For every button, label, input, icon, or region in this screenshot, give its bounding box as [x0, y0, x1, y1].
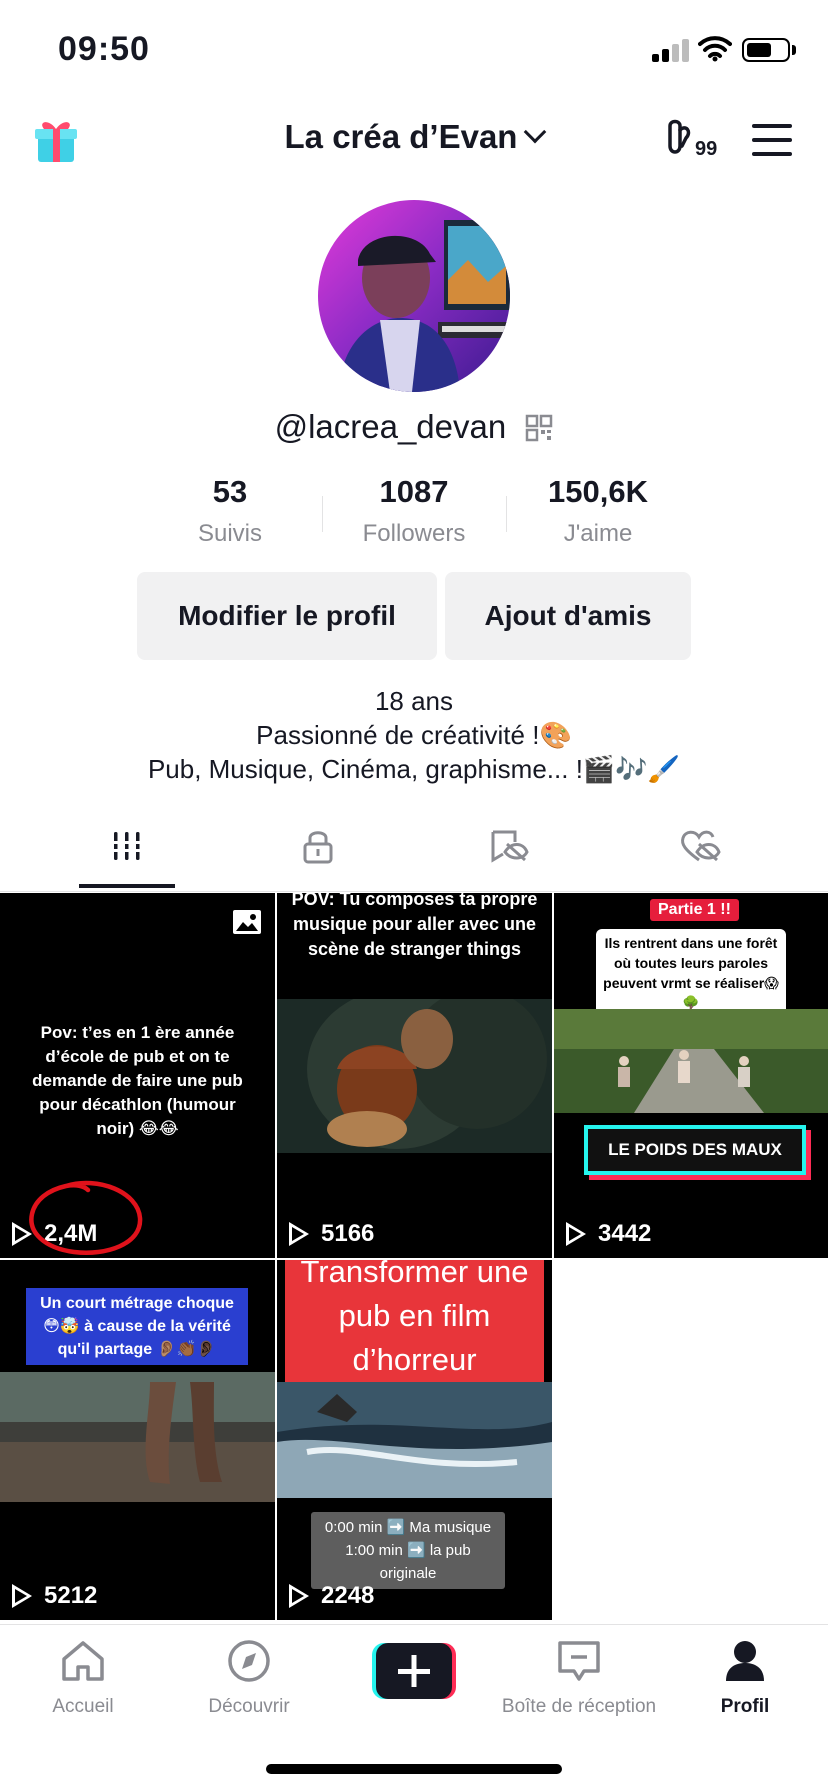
- profile-icon: [726, 1641, 764, 1681]
- view-count: 3442: [566, 1220, 651, 1248]
- tab-videos[interactable]: [34, 800, 220, 892]
- videos-grid-icon: [111, 832, 143, 860]
- video-tile[interactable]: POV: Tu composes ta propre musique pour …: [277, 893, 552, 1258]
- tab-private[interactable]: [225, 800, 411, 892]
- view-count-value: 3442: [598, 1220, 652, 1247]
- likes-label: J'aime: [563, 520, 633, 547]
- video-thumbnail: [277, 1382, 552, 1498]
- following-label: Suivis: [197, 520, 263, 547]
- play-icon: [566, 1222, 586, 1246]
- part-badge: Partie 1 !!: [650, 899, 739, 921]
- followers-label: Followers: [362, 520, 466, 547]
- following-count: 53: [212, 474, 248, 509]
- annotation-circle: [29, 1180, 143, 1255]
- creator-badge-count: 99: [695, 138, 718, 160]
- video-tile[interactable]: Partie 1 !! Ils rentrent dans une forêt …: [554, 893, 828, 1258]
- view-count-value: 5166: [321, 1220, 375, 1247]
- battery-icon: [742, 38, 790, 62]
- video-thumbnail: [277, 999, 552, 1153]
- create-plus-icon[interactable]: [372, 1643, 456, 1699]
- status-bar: 09:50: [0, 0, 828, 100]
- username: @lacrea_devan: [274, 408, 507, 445]
- nav-profile[interactable]: Profil: [662, 1639, 828, 1718]
- video-caption: Un court métrage choque😳🤯 à cause de la …: [26, 1288, 248, 1365]
- add-friends-button[interactable]: Ajout d'amis: [445, 572, 691, 660]
- nav-discover[interactable]: Découvrir: [166, 1639, 332, 1718]
- play-icon: [12, 1584, 32, 1608]
- bio-line: Pub, Musique, Cinéma, graphisme... !🎬🎶🖌️: [147, 754, 681, 784]
- view-count-value: 2248: [321, 1582, 375, 1609]
- title-card: LE POIDS DES MAUX: [584, 1125, 806, 1175]
- active-tab-indicator: [79, 884, 175, 888]
- video-caption: Pov: t’es en 1 ère année d’école de pub …: [32, 1023, 243, 1138]
- play-icon: [289, 1584, 309, 1608]
- bio-line: Passionné de créativité !🎨: [256, 720, 572, 750]
- profile-stats: 53 Suivis 1087 Followers 150,6K J'aime: [0, 474, 828, 554]
- video-thumbnail: [0, 1372, 275, 1502]
- account-name: La créa d’Evan: [284, 118, 518, 155]
- tab-saved[interactable]: [416, 800, 602, 892]
- overlay-line: 1:00 min ➡️ la pub: [345, 1542, 471, 1559]
- nav-inbox-label: Boîte de réception: [501, 1696, 657, 1717]
- qr-code-icon[interactable]: [525, 414, 553, 442]
- avatar[interactable]: [318, 200, 510, 392]
- video-overlay-text: 0:00 min ➡️ Ma musique 1:00 min ➡️ la pu…: [311, 1512, 505, 1589]
- nav-home[interactable]: Accueil: [0, 1639, 166, 1718]
- lock-icon: [303, 831, 333, 864]
- signal-icon: [652, 38, 692, 62]
- compass-icon: [228, 1640, 270, 1682]
- video-thumbnail: [554, 1009, 828, 1113]
- video-caption: Ils rentrent dans une forêt où toutes le…: [596, 929, 786, 1017]
- chevron-down-icon: [524, 120, 547, 144]
- bio: 18 ans Passionné de créativité !🎨 Pub, M…: [0, 684, 828, 786]
- wifi-icon: [698, 36, 732, 62]
- likes-count: 150,6K: [548, 474, 648, 509]
- bio-line: 18 ans: [374, 686, 454, 716]
- profile-header: La créa d’Evan 99: [0, 100, 828, 180]
- status-time: 09:50: [58, 30, 150, 68]
- video-caption: Transformer une pub en film d’horreur: [285, 1260, 544, 1388]
- menu-icon[interactable]: [752, 124, 792, 156]
- likes-stat[interactable]: 150,6K J'aime: [506, 474, 690, 548]
- home-icon: [62, 1641, 104, 1681]
- edit-profile-button[interactable]: Modifier le profil: [137, 572, 437, 660]
- overlay-line: 0:00 min ➡️ Ma musique: [324, 1519, 492, 1536]
- nav-discover-label: Découvrir: [208, 1696, 290, 1717]
- nav-inbox[interactable]: Boîte de réception: [496, 1639, 662, 1718]
- play-icon: [289, 1222, 309, 1246]
- view-count: 5166: [289, 1220, 374, 1248]
- view-count: 5212: [12, 1582, 97, 1610]
- liked-hidden-icon: [681, 830, 721, 862]
- home-indicator: [266, 1764, 562, 1774]
- video-caption: POV: Tu composes ta propre musique pour …: [291, 893, 538, 959]
- video-tile[interactable]: Un court métrage choque😳🤯 à cause de la …: [0, 1260, 275, 1620]
- view-count-value: 5212: [44, 1582, 98, 1609]
- username-row: @lacrea_devan: [0, 408, 828, 446]
- followers-stat[interactable]: 1087 Followers: [322, 474, 506, 548]
- inbox-icon: [558, 1641, 600, 1681]
- nav-profile-label: Profil: [720, 1696, 770, 1717]
- followers-count: 1087: [379, 474, 449, 509]
- tab-liked[interactable]: [607, 800, 793, 892]
- video-tile[interactable]: Pov: t’es en 1 ère année d’école de pub …: [0, 893, 275, 1258]
- profile-tabs: [0, 800, 828, 892]
- hidden-icon: [491, 830, 529, 863]
- photo-icon: [233, 910, 261, 934]
- view-count: 2248: [289, 1582, 374, 1610]
- nav-home-label: Accueil: [52, 1696, 114, 1717]
- following-stat[interactable]: 53 Suivis: [138, 474, 322, 548]
- video-tile[interactable]: Transformer une pub en film d’horreur 0:…: [277, 1260, 552, 1620]
